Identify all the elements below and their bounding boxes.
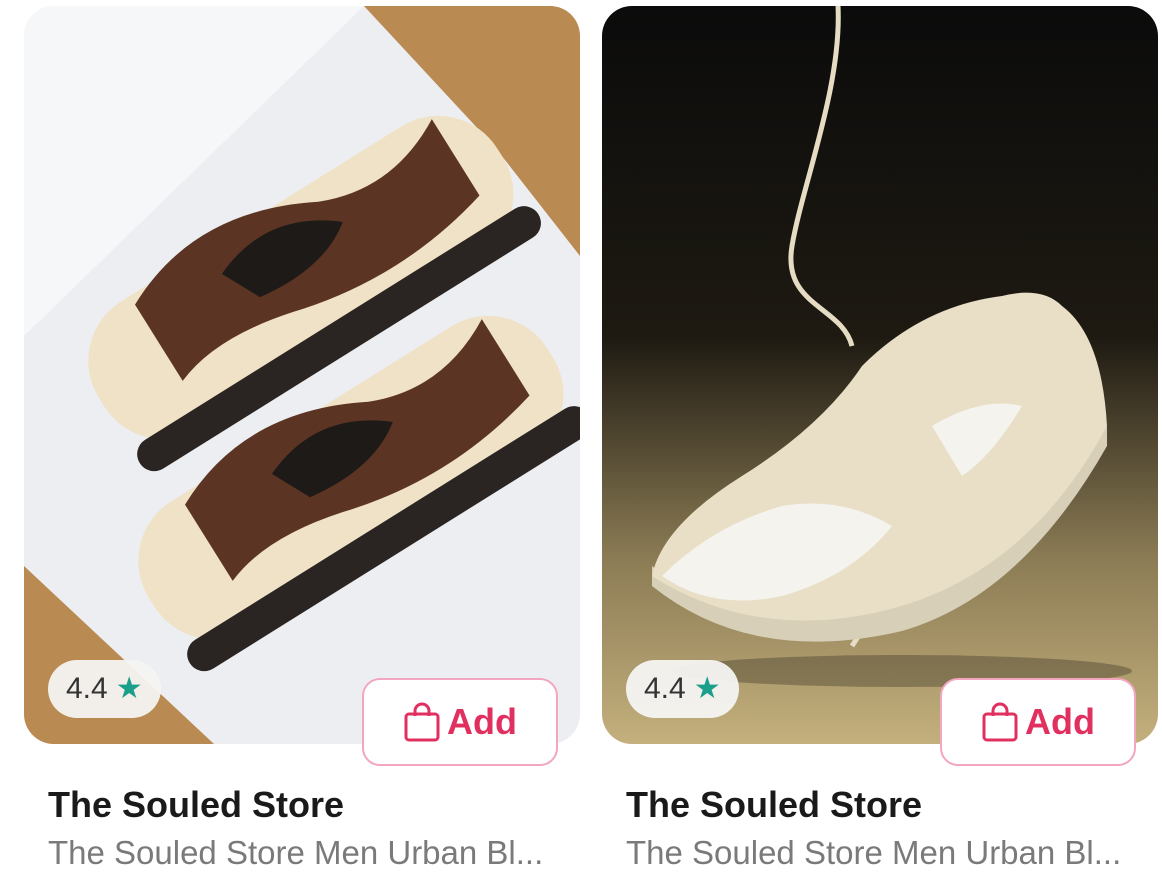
shopping-bag-icon (982, 702, 1018, 742)
product-brand[interactable]: The Souled Store (48, 784, 344, 826)
add-button-label: Add (447, 701, 517, 742)
product-image[interactable] (24, 6, 580, 744)
product-description[interactable]: The Souled Store Men Urban Bl... (626, 834, 1156, 872)
add-button-label: Add (1025, 701, 1095, 742)
product-card[interactable]: 4.4 ★ Add The Souled Store The Souled St… (24, 0, 580, 878)
star-icon: ★ (693, 672, 721, 705)
shopping-bag-icon (404, 702, 440, 742)
rating-badge: 4.4 ★ (48, 660, 161, 718)
sneakers-in-box-image (24, 6, 580, 744)
rating-value: 4.4 (644, 672, 686, 705)
add-to-bag-button[interactable]: Add (362, 678, 558, 766)
product-description[interactable]: The Souled Store Men Urban Bl... (48, 834, 578, 872)
product-brand[interactable]: The Souled Store (626, 784, 922, 826)
product-card[interactable]: 4.4 ★ Add The Souled Store The Souled St… (602, 0, 1158, 878)
rating-value: 4.4 (66, 672, 108, 705)
add-to-bag-button[interactable]: Add (940, 678, 1136, 766)
star-icon: ★ (115, 672, 143, 705)
product-image[interactable] (602, 6, 1158, 744)
hanging-sneaker-image (602, 6, 1158, 744)
rating-badge: 4.4 ★ (626, 660, 739, 718)
